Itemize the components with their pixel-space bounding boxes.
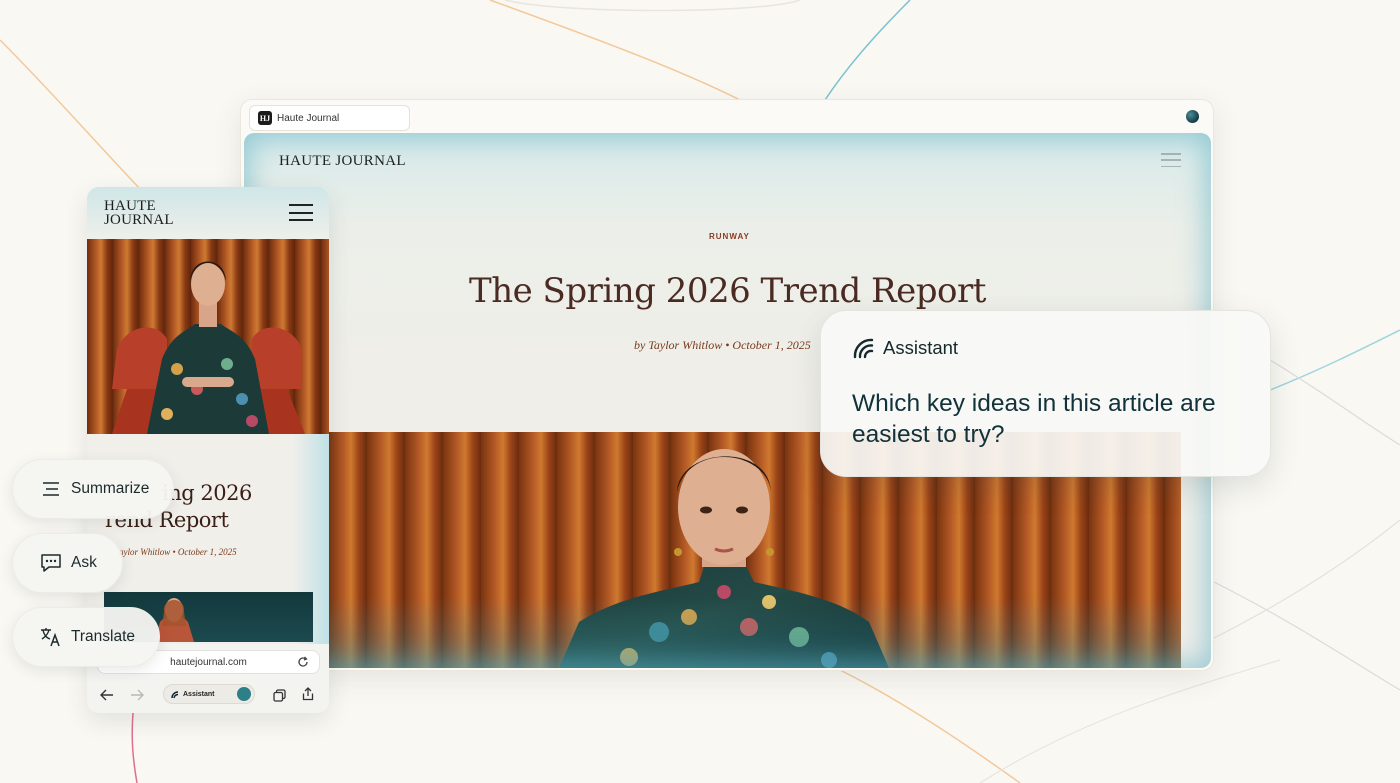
- mobile-assistant-button[interactable]: Assistant: [163, 684, 255, 704]
- profile-avatar-icon[interactable]: [1186, 110, 1199, 123]
- summarize-button[interactable]: Summarize: [12, 459, 174, 519]
- mobile-logo-line1: HAUTE: [104, 198, 156, 214]
- mobile-logo-line2: JOURNAL: [104, 212, 174, 228]
- chat-bubble-icon: [40, 552, 62, 574]
- hamburger-menu-icon[interactable]: [1161, 153, 1181, 167]
- assistant-header: Assistant: [852, 336, 958, 359]
- translate-label: Translate: [71, 628, 136, 645]
- assistant-prompt-card[interactable]: Assistant Which key ideas in this articl…: [820, 310, 1271, 477]
- summarize-label: Summarize: [71, 480, 150, 497]
- mobile-url: hautejournal.com: [170, 656, 247, 668]
- translate-button[interactable]: Translate: [12, 607, 160, 667]
- browser-tab[interactable]: HJ Haute Journal: [249, 105, 410, 131]
- assistant-logo-icon: [171, 691, 179, 699]
- mobile-article-headline: ing 2026 rend Report: [105, 480, 329, 534]
- summarize-lines-icon: [40, 478, 62, 500]
- mobile-site-logo[interactable]: HAUTE JOURNAL: [104, 198, 174, 228]
- mobile-headline-line1: ing 2026: [162, 481, 252, 505]
- back-arrow-icon[interactable]: [99, 687, 115, 703]
- haute-journal-favicon-icon: HJ: [258, 111, 272, 125]
- ask-button[interactable]: Ask: [12, 533, 123, 593]
- assistant-name: Assistant: [883, 336, 959, 358]
- share-icon[interactable]: [300, 686, 316, 702]
- article-byline: by Taylor Whitlow • October 1, 2025: [634, 338, 811, 352]
- mobile-article-byline: aylor Whitlow • October 1, 2025: [119, 547, 237, 557]
- article-category[interactable]: RUNWAY: [709, 232, 750, 241]
- translate-icon: [40, 626, 62, 648]
- article-headline: The Spring 2026 Trend Report: [469, 271, 986, 311]
- reload-icon[interactable]: [297, 656, 309, 668]
- assistant-logo-icon: [853, 338, 874, 359]
- model-seated-illustration: [112, 261, 305, 434]
- voice-input-icon[interactable]: [237, 687, 251, 701]
- tab-title: Haute Journal: [277, 112, 340, 124]
- mobile-header: HAUTE JOURNAL: [87, 187, 329, 239]
- mobile-hero-image: [87, 239, 329, 434]
- ask-label: Ask: [71, 554, 97, 571]
- mobile-hamburger-menu-icon[interactable]: [289, 204, 313, 221]
- tabs-icon[interactable]: [271, 687, 287, 703]
- mobile-assistant-label: Assistant: [183, 690, 215, 698]
- forward-arrow-icon[interactable]: [129, 687, 145, 703]
- assistant-question-text: Which key ideas in this article are easi…: [852, 390, 1216, 448]
- site-logo[interactable]: HAUTE JOURNAL: [279, 153, 406, 170]
- mobile-toolbar: Assistant: [87, 682, 329, 708]
